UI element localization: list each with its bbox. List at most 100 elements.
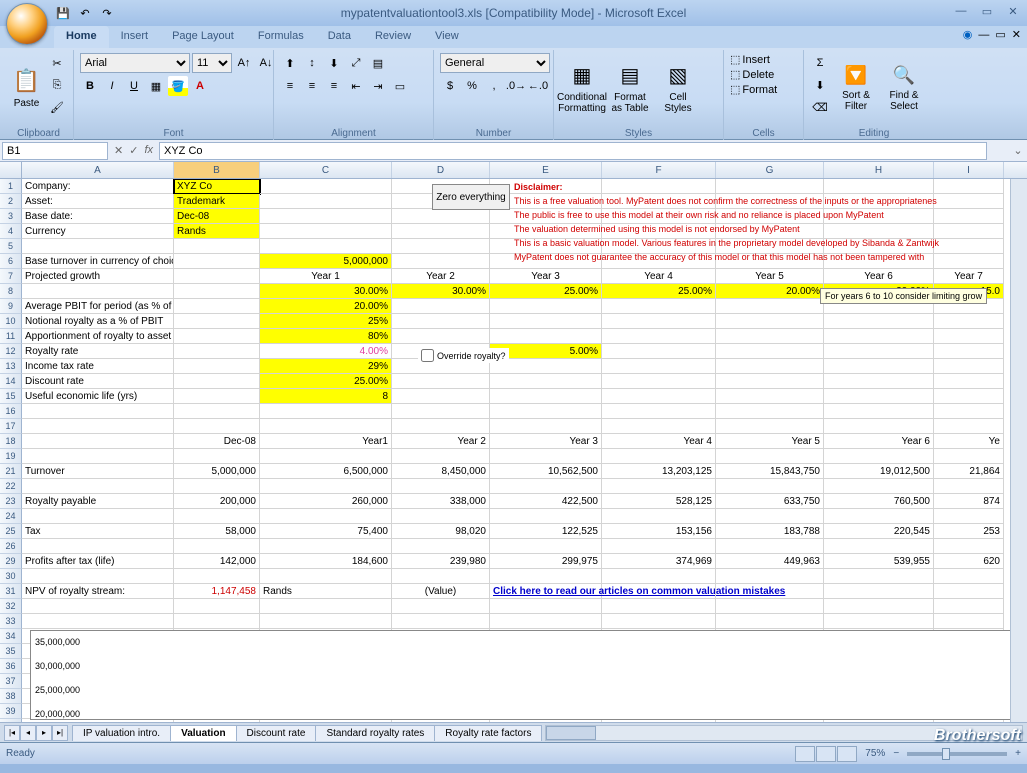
cell[interactable] (392, 509, 490, 524)
cell[interactable] (490, 614, 602, 629)
cell[interactable] (824, 599, 934, 614)
zoom-in-button[interactable]: + (1015, 748, 1021, 759)
cell[interactable]: 25% (260, 314, 392, 329)
cell[interactable] (934, 254, 1004, 269)
format-as-table-button[interactable]: ▤Format as Table (608, 53, 652, 123)
expand-formula-icon[interactable]: ⌄ (1009, 144, 1027, 157)
cell[interactable] (824, 584, 934, 599)
sheet-tab[interactable]: Royalty rate factors (434, 725, 542, 741)
cell[interactable] (602, 419, 716, 434)
tab-data[interactable]: Data (316, 26, 363, 48)
office-button[interactable] (6, 3, 48, 45)
cancel-formula-icon[interactable]: ✕ (114, 144, 123, 157)
row-header[interactable]: 32 (0, 599, 22, 614)
enter-formula-icon[interactable]: ✓ (129, 144, 138, 157)
save-icon[interactable]: 💾 (54, 4, 72, 22)
cell[interactable] (22, 284, 174, 299)
cell[interactable]: 220,545 (824, 524, 934, 539)
row-header[interactable]: 14 (0, 374, 22, 389)
cell[interactable] (174, 599, 260, 614)
cell[interactable]: Year 7 (934, 269, 1004, 284)
cell[interactable]: 260,000 (260, 494, 392, 509)
cell[interactable]: 200,000 (174, 494, 260, 509)
cell[interactable] (392, 614, 490, 629)
cell[interactable] (602, 374, 716, 389)
cell[interactable] (716, 479, 824, 494)
cell[interactable] (602, 314, 716, 329)
cell[interactable] (22, 434, 174, 449)
percent-icon[interactable]: % (462, 76, 482, 96)
cell[interactable] (174, 254, 260, 269)
cell[interactable] (392, 449, 490, 464)
cell[interactable] (716, 539, 824, 554)
col-header-C[interactable]: C (260, 162, 392, 178)
redo-icon[interactable]: ↷ (98, 4, 116, 22)
cell[interactable]: Year 2 (392, 269, 490, 284)
row-header[interactable]: 12 (0, 344, 22, 359)
cell[interactable] (174, 239, 260, 254)
cell[interactable] (824, 389, 934, 404)
row-header[interactable]: 18 (0, 434, 22, 449)
cell[interactable] (716, 509, 824, 524)
clear-icon[interactable]: ⌫ (810, 97, 830, 117)
cell[interactable]: NPV of royalty stream: (22, 584, 174, 599)
cell[interactable] (602, 569, 716, 584)
cell[interactable] (174, 269, 260, 284)
cell[interactable] (260, 509, 392, 524)
row-header[interactable]: 5 (0, 239, 22, 254)
cell[interactable]: 8,450,000 (392, 464, 490, 479)
row-header[interactable]: 7 (0, 269, 22, 284)
col-header-F[interactable]: F (602, 162, 716, 178)
cell[interactable] (602, 584, 716, 599)
cell[interactable]: 153,156 (602, 524, 716, 539)
zero-everything-button[interactable]: Zero everything (432, 184, 510, 210)
cell[interactable]: 528,125 (602, 494, 716, 509)
row-header[interactable]: 2 (0, 194, 22, 209)
italic-button[interactable]: I (102, 76, 122, 96)
cell[interactable] (716, 614, 824, 629)
row-header[interactable]: 10 (0, 314, 22, 329)
cell[interactable] (934, 224, 1004, 239)
cell[interactable]: Base date: (22, 209, 174, 224)
cell[interactable] (824, 344, 934, 359)
cell[interactable] (490, 299, 602, 314)
cell[interactable] (490, 389, 602, 404)
cell[interactable]: 20.00% (716, 284, 824, 299)
cell[interactable] (602, 344, 716, 359)
cell[interactable] (174, 419, 260, 434)
tab-nav-next[interactable]: ▸ (36, 725, 52, 741)
delete-cells-button[interactable]: ⬚Delete (730, 68, 774, 81)
cell[interactable] (716, 344, 824, 359)
cell[interactable] (260, 209, 392, 224)
cell[interactable]: 80% (260, 329, 392, 344)
orientation-icon[interactable]: ⤢ (346, 53, 366, 73)
cell[interactable] (716, 569, 824, 584)
close-doc-icon[interactable]: ✕ (1012, 28, 1021, 41)
tab-review[interactable]: Review (363, 26, 423, 48)
fill-icon[interactable]: ⬇ (810, 75, 830, 95)
cell[interactable]: 8 (260, 389, 392, 404)
cell[interactable]: 15,843,750 (716, 464, 824, 479)
cell[interactable] (260, 614, 392, 629)
cell[interactable] (716, 419, 824, 434)
align-bottom-icon[interactable]: ⬇ (324, 53, 344, 73)
cell[interactable] (174, 389, 260, 404)
row-header[interactable]: 17 (0, 419, 22, 434)
cell[interactable] (392, 299, 490, 314)
cell[interactable]: 58,000 (174, 524, 260, 539)
cell[interactable]: (Value) (392, 584, 490, 599)
cell[interactable] (174, 374, 260, 389)
cell[interactable] (174, 359, 260, 374)
cell[interactable] (934, 209, 1004, 224)
row-header[interactable]: 11 (0, 329, 22, 344)
cell[interactable] (824, 539, 934, 554)
cell[interactable]: 25.00% (602, 284, 716, 299)
cell[interactable] (174, 479, 260, 494)
cell[interactable]: 4.00% (260, 344, 392, 359)
tab-view[interactable]: View (423, 26, 471, 48)
cell[interactable] (260, 539, 392, 554)
row-header[interactable]: 31 (0, 584, 22, 599)
cell[interactable] (22, 479, 174, 494)
cell[interactable]: 620 (934, 554, 1004, 569)
cell[interactable] (260, 224, 392, 239)
